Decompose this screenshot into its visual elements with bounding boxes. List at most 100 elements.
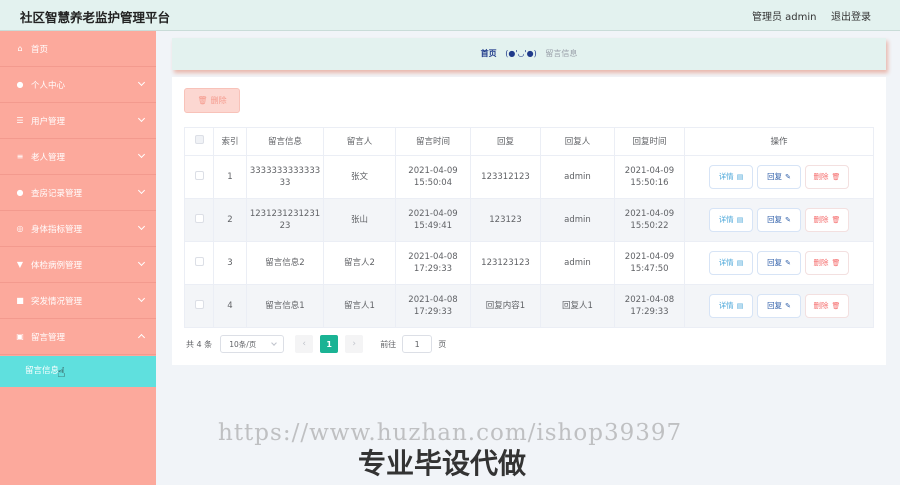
trash-icon: 🗑: [831, 173, 841, 181]
sidebar-item-messages[interactable]: ▣ 留言管理: [0, 319, 156, 355]
top-bar: 社区智慧养老监护管理平台 管理员 admin 退出登录: [0, 0, 900, 31]
detail-label: 详情: [718, 258, 734, 267]
globe-icon: ◎: [16, 224, 24, 233]
cell-index: 3: [213, 241, 247, 285]
column-header[interactable]: 回复人: [540, 127, 615, 156]
logout-link[interactable]: 退出登录: [831, 8, 871, 23]
document-icon: ▤: [736, 216, 744, 224]
sidebar-item-users[interactable]: ☰ 用户管理: [0, 103, 156, 139]
reply-label: 回复: [767, 172, 783, 181]
sidebar: ⌂ 首页 ● 个人中心 ☰ 用户管理 ≡ 老人管理 ● 查房记录管理 ◎ 身体指…: [0, 31, 156, 485]
watermark-slogan: 专业毕设代做: [358, 447, 527, 480]
detail-button[interactable]: 详情 ▤: [709, 294, 753, 318]
detail-button[interactable]: 详情 ▤: [709, 251, 753, 275]
cell-time: 2021-04-09 15:49:41: [395, 198, 471, 242]
delete-label: 删除: [813, 301, 829, 310]
delete-label: 删除: [813, 215, 829, 224]
column-header[interactable]: 回复: [470, 127, 541, 156]
hand-pointer-icon: ☝: [57, 365, 66, 381]
table-row: 1 333333333333333 张文 2021-04-09 15:50:04…: [184, 155, 874, 199]
chevron-up-icon: [137, 333, 146, 342]
goto-prefix: 前往: [380, 339, 397, 349]
chevron-down-icon: [137, 78, 146, 87]
cell-replier: 回复人1: [540, 284, 615, 328]
detail-label: 详情: [718, 301, 734, 310]
page-size-select[interactable]: 10条/页: [220, 335, 285, 353]
cell-reply: 123123123: [470, 241, 541, 285]
sidebar-item-label: 查房记录管理: [31, 188, 83, 199]
document-icon: ▤: [736, 302, 744, 310]
reply-button[interactable]: 回复 ✎: [757, 208, 801, 232]
breadcrumb-home[interactable]: 首页: [481, 49, 497, 58]
bulk-delete-label: 删除: [210, 96, 227, 105]
sidebar-item-emergencies[interactable]: ■ 突发情况管理: [0, 283, 156, 319]
home-icon: ⌂: [17, 44, 23, 53]
document-icon: ▤: [736, 259, 744, 267]
column-header[interactable]: 索引: [213, 127, 247, 156]
delete-label: 删除: [813, 258, 829, 267]
sidebar-item-rounds[interactable]: ● 查房记录管理: [0, 175, 156, 211]
row-checkbox[interactable]: [194, 170, 204, 180]
trash-icon: 🗑: [831, 302, 841, 310]
total-count: 共 4 条: [186, 339, 213, 349]
sidebar-item-label: 首页: [31, 44, 49, 55]
delete-button[interactable]: 删除 🗑: [805, 251, 849, 275]
sidebar-item-label: 个人中心: [31, 80, 66, 91]
chevron-down-icon: [137, 294, 146, 303]
delete-button[interactable]: 删除 🗑: [805, 165, 849, 189]
row-checkbox[interactable]: [194, 213, 204, 223]
sidebar-item-checkups[interactable]: ▼ 体检病例管理: [0, 247, 156, 283]
sidebar-item-home[interactable]: ⌂ 首页: [0, 31, 156, 67]
cell-author: 留言人2: [323, 241, 396, 285]
messages-table: 索引 留言信息 留言人 留言时间 回复 回复人 回复时间 操作 1 333333…: [184, 127, 874, 328]
cell-message: 留言信息2: [246, 241, 324, 285]
cell-author: 留言人1: [323, 284, 396, 328]
cell-author: 张山: [323, 198, 396, 242]
column-header[interactable]: 留言人: [323, 127, 396, 156]
detail-button[interactable]: 详情 ▤: [709, 165, 753, 189]
column-header[interactable]: 留言时间: [395, 127, 471, 156]
cell-reply: 回复内容1: [470, 284, 541, 328]
cell-actions: 详情 ▤ 回复 ✎ 删除 🗑: [684, 198, 874, 242]
sidebar-item-profile[interactable]: ● 个人中心: [0, 67, 156, 103]
chevron-down-icon: [137, 150, 146, 159]
cell-reply: 123123: [470, 198, 541, 242]
cell-index: 2: [213, 198, 247, 242]
chevron-down-icon: [137, 186, 146, 195]
next-page-button[interactable]: ›: [345, 335, 364, 353]
content-panel: 🗑 删除 索引 留言信息 留言人 留言时间 回复 回复人 回复时间 操作 1 3…: [172, 77, 886, 365]
sidebar-item-body-metrics[interactable]: ◎ 身体指标管理: [0, 211, 156, 247]
cell-author: 张文: [323, 155, 396, 199]
sidebar-subitem-message-info[interactable]: 留言信息: [0, 356, 156, 387]
select-all-checkbox[interactable]: [194, 135, 204, 144]
cell-replier: admin: [540, 241, 615, 285]
reply-button[interactable]: 回复 ✎: [757, 165, 801, 189]
detail-label: 详情: [718, 172, 734, 181]
table-header-row: 索引 留言信息 留言人 留言时间 回复 回复人 回复时间 操作: [184, 127, 874, 156]
row-checkbox[interactable]: [194, 256, 204, 266]
detail-label: 详情: [718, 215, 734, 224]
cell-message: 123123123123123: [246, 198, 324, 242]
sidebar-item-label: 用户管理: [31, 116, 66, 127]
reply-button[interactable]: 回复 ✎: [757, 251, 801, 275]
delete-button[interactable]: 删除 🗑: [805, 208, 849, 232]
reply-button[interactable]: 回复 ✎: [757, 294, 801, 318]
cell-actions: 详情 ▤ 回复 ✎ 删除 🗑: [684, 284, 874, 328]
sidebar-item-label: 留言管理: [31, 332, 66, 343]
trash-icon: 🗑: [831, 216, 841, 224]
page-number-current[interactable]: 1: [320, 335, 339, 353]
column-header[interactable]: 回复时间: [614, 127, 685, 156]
row-checkbox[interactable]: [194, 299, 204, 309]
detail-button[interactable]: 详情 ▤: [709, 208, 753, 232]
goto-page-input[interactable]: 1: [402, 335, 433, 353]
page-size-value: 10条/页: [229, 339, 257, 349]
column-header[interactable]: 留言信息: [246, 127, 324, 156]
sliders-icon: ☰: [16, 116, 24, 125]
edit-icon: ✎: [785, 259, 791, 267]
cell-message: 留言信息1: [246, 284, 324, 328]
prev-page-button[interactable]: ‹: [295, 335, 314, 353]
bulk-delete-button[interactable]: 🗑 删除: [184, 88, 240, 113]
table-row: 3 留言信息2 留言人2 2021-04-08 17:29:33 1231231…: [184, 241, 874, 285]
delete-button[interactable]: 删除 🗑: [805, 294, 849, 318]
sidebar-item-elders[interactable]: ≡ 老人管理: [0, 139, 156, 175]
